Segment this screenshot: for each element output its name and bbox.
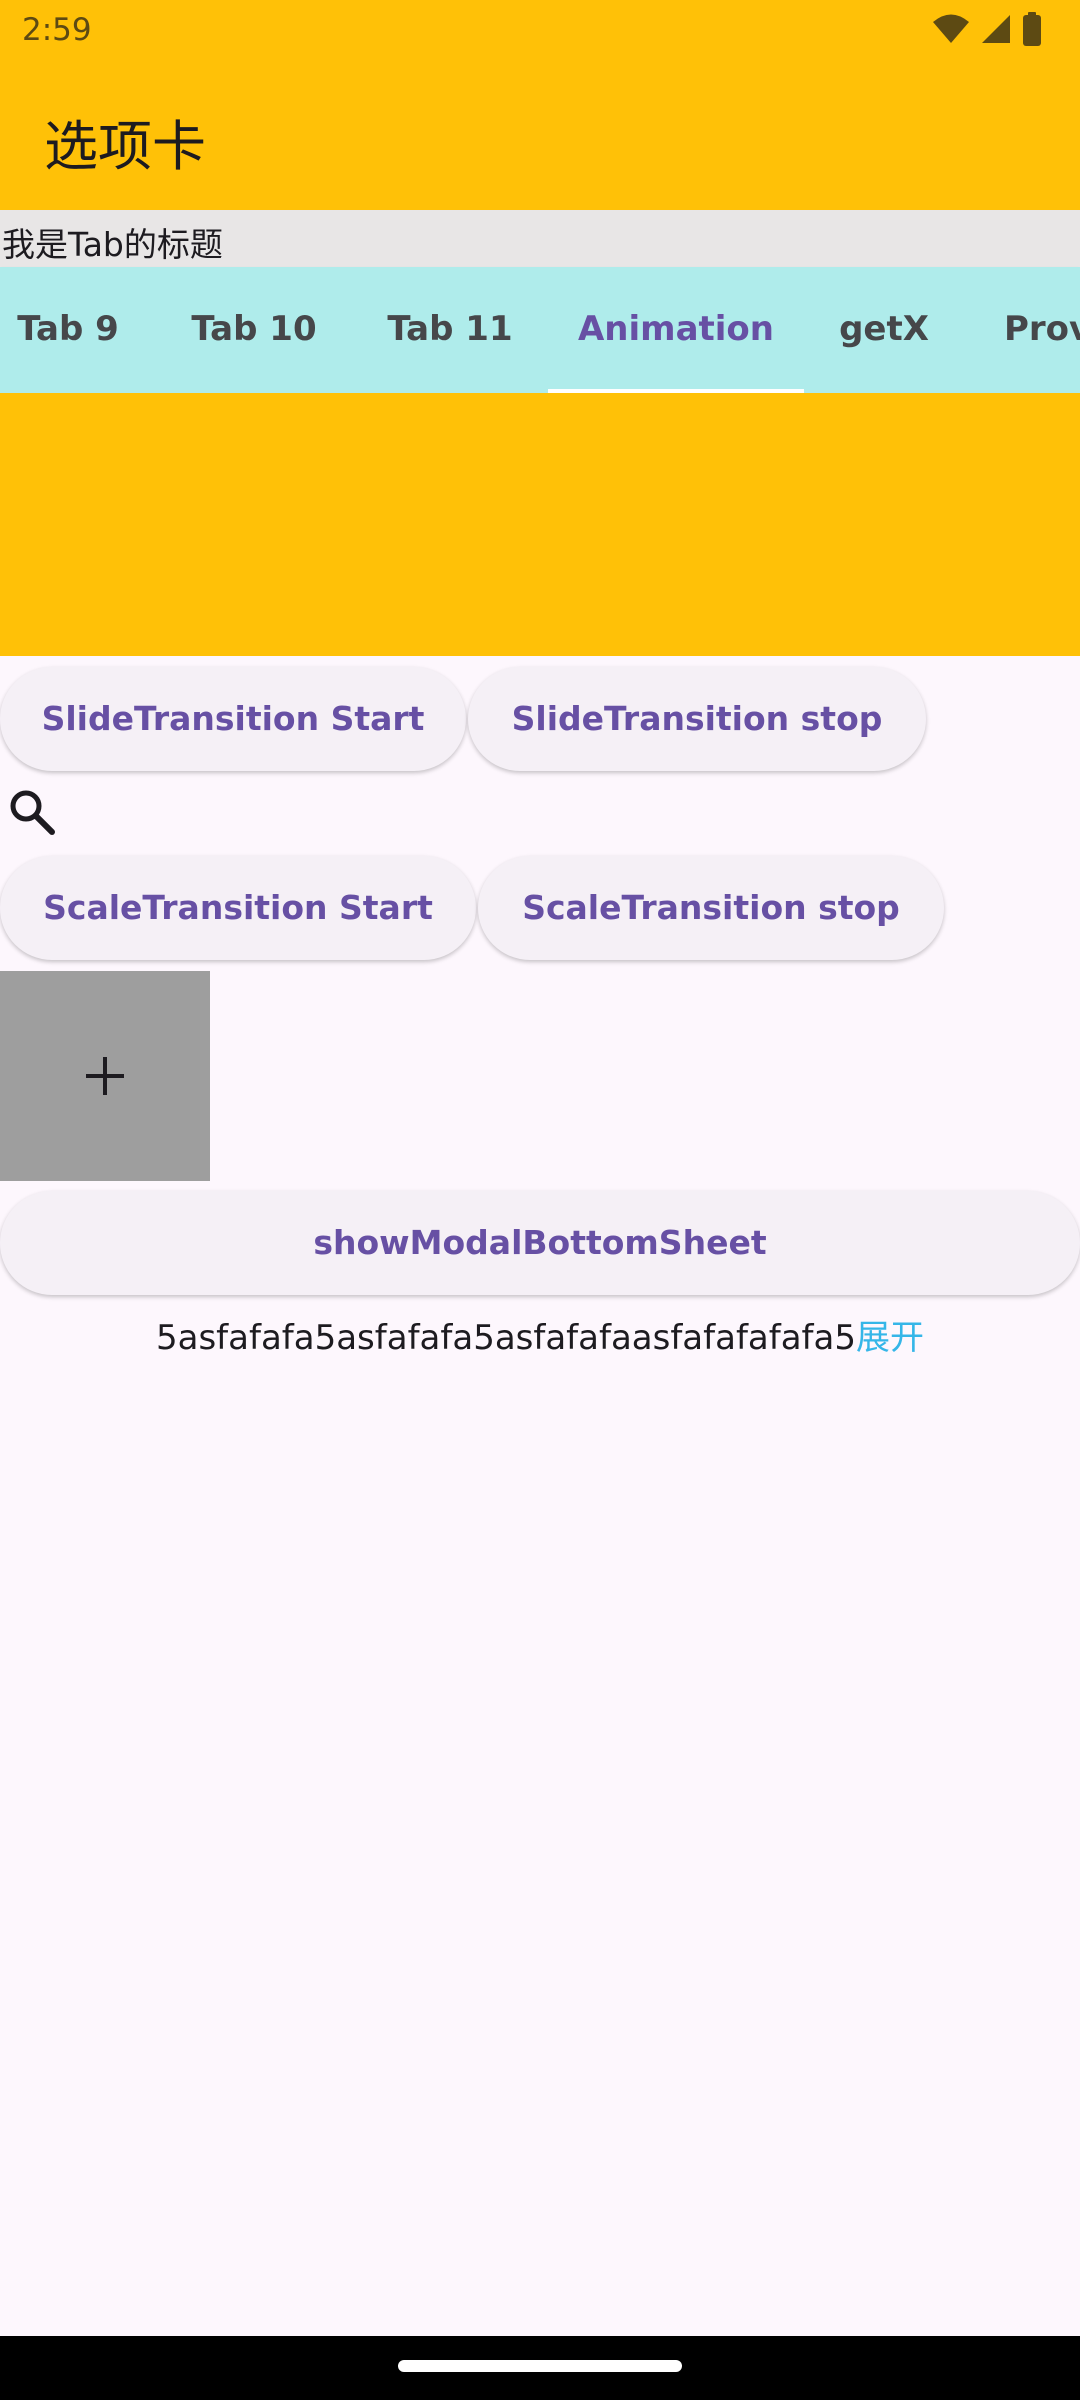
tab-bar: Tab 9 Tab 10 Tab 11 Animation getX Provi <box>0 267 1080 393</box>
plus-icon <box>86 1057 124 1095</box>
battery-icon <box>1023 12 1041 46</box>
expandable-text-content: 5asfafafa5asfafafa5asfafafaasfafafafafa5 <box>156 1318 856 1358</box>
wifi-icon <box>933 14 969 43</box>
tab-10[interactable]: Tab 10 <box>156 267 352 393</box>
scale-transition-stop-button[interactable]: ScaleTransition stop <box>478 856 944 960</box>
home-gesture-handle[interactable] <box>398 2360 682 2372</box>
status-icons <box>932 12 1042 46</box>
status-bar: 2:59 <box>0 0 1080 62</box>
tab-caption-bar: 我是Tab的标题 <box>0 210 1080 267</box>
show-modal-bottom-sheet-button[interactable]: showModalBottomSheet <box>0 1191 1080 1295</box>
tab-getx[interactable]: getX <box>804 267 964 393</box>
page-title: 选项卡 <box>44 115 206 178</box>
tab-caption: 我是Tab的标题 <box>2 225 223 264</box>
app-bar: 选项卡 <box>0 62 1080 210</box>
signal-icon <box>982 15 1010 43</box>
scale-transition-start-button[interactable]: ScaleTransition Start <box>0 856 476 960</box>
search-icon <box>10 790 55 835</box>
tab-9[interactable]: Tab 9 <box>0 267 136 393</box>
expandable-text: 5asfafafa5asfafafa5asfafafaasfafafafafa5… <box>0 1310 1080 1359</box>
slide-transition-start-button[interactable]: SlideTransition Start <box>0 667 466 771</box>
animated-panel <box>0 393 1080 656</box>
tab-11[interactable]: Tab 11 <box>352 267 548 393</box>
tab-provider[interactable]: Provi <box>1004 267 1080 393</box>
slide-transition-stop-button[interactable]: SlideTransition stop <box>468 667 926 771</box>
expand-link[interactable]: 展开 <box>856 1318 924 1358</box>
tab-animation[interactable]: Animation <box>548 267 804 393</box>
status-time: 2:59 <box>22 12 92 48</box>
